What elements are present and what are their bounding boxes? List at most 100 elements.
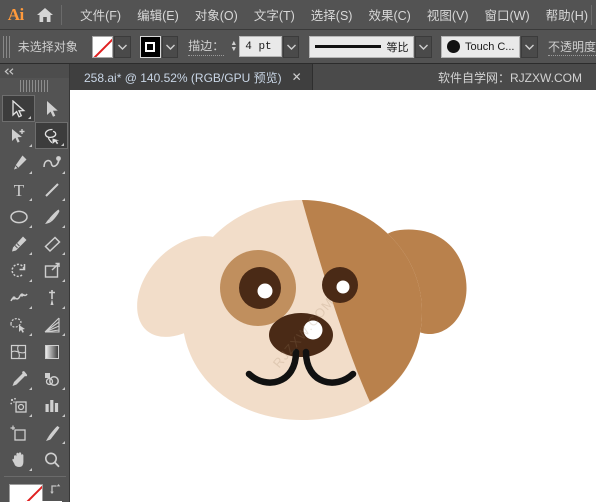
tools-panel-collapse[interactable] bbox=[0, 64, 69, 78]
selection-tool[interactable] bbox=[2, 95, 35, 122]
curvature-tool[interactable] bbox=[35, 149, 68, 176]
zoom-tool[interactable] bbox=[35, 446, 68, 473]
tools-panel-grip[interactable] bbox=[19, 80, 50, 92]
brush-dropdown[interactable] bbox=[521, 35, 538, 58]
stroke-profile-icon bbox=[315, 45, 382, 48]
menu-item-help[interactable]: 帮助(H) bbox=[538, 1, 596, 28]
home-icon[interactable] bbox=[31, 7, 59, 23]
direct-selection-tool[interactable] bbox=[35, 95, 68, 122]
menu-item-file[interactable]: 文件(F) bbox=[72, 1, 129, 28]
stroke-profile-dropdown[interactable] bbox=[415, 35, 432, 58]
menu-bar: Ai 文件(F) 编辑(E) 对象(O) 文字(T) 选择(S) 效果(C) 视… bbox=[0, 0, 596, 30]
pen-tool[interactable] bbox=[2, 149, 35, 176]
tools-divider bbox=[3, 476, 66, 477]
stroke-swatch-dropdown[interactable] bbox=[161, 35, 179, 58]
width-warp-tool[interactable] bbox=[2, 284, 35, 311]
nose bbox=[269, 313, 333, 357]
ellipse-tool[interactable] bbox=[2, 203, 35, 230]
control-bar: 未选择对象 描边： ▲ ▼ 4 pt 等比 Touch C... 不透明度 bbox=[0, 30, 596, 64]
artboard-canvas[interactable]: RJZXW.COM bbox=[70, 90, 596, 502]
tool-corner-indicator bbox=[62, 441, 65, 444]
tool-corner-indicator bbox=[62, 333, 65, 336]
symbol-sprayer-tool[interactable] bbox=[2, 392, 35, 419]
selection-status-label: 未选择对象 bbox=[17, 40, 78, 54]
fill-stroke-controls bbox=[0, 480, 68, 502]
menu-divider bbox=[61, 4, 63, 25]
blend-tool[interactable] bbox=[35, 365, 68, 392]
brush-combo[interactable]: Touch C... bbox=[440, 35, 521, 58]
tool-corner-indicator bbox=[29, 414, 32, 417]
menu-item-window[interactable]: 窗口(W) bbox=[477, 1, 538, 28]
none-slash-icon bbox=[92, 36, 113, 57]
stroke-weight-input[interactable]: 4 pt bbox=[239, 36, 282, 57]
tool-corner-indicator bbox=[62, 225, 65, 228]
column-graph-tool[interactable] bbox=[35, 392, 68, 419]
opacity-label[interactable]: 不透明度 bbox=[547, 38, 596, 56]
tool-corner-indicator bbox=[29, 252, 32, 255]
tool-corner-indicator bbox=[62, 171, 65, 174]
menu-item-edit[interactable]: 编辑(E) bbox=[129, 1, 187, 28]
right-eye-highlight bbox=[336, 280, 350, 294]
tool-corner-indicator bbox=[29, 468, 32, 471]
shaper-pencil-tool[interactable] bbox=[2, 230, 35, 257]
menu-item-view[interactable]: 视图(V) bbox=[419, 1, 477, 28]
stroke-weight-label[interactable]: 描边： bbox=[188, 37, 225, 56]
magic-wand-tool[interactable] bbox=[2, 122, 35, 149]
menu-items: 文件(F) 编辑(E) 对象(O) 文字(T) 选择(S) 效果(C) 视图(V… bbox=[72, 1, 596, 28]
illustrator-window: Ai 文件(F) 编辑(E) 对象(O) 文字(T) 选择(S) 效果(C) 视… bbox=[0, 0, 596, 502]
tool-corner-indicator bbox=[29, 387, 32, 390]
menu-item-effect[interactable]: 效果(C) bbox=[360, 1, 418, 28]
perspective-grid-tool[interactable] bbox=[35, 311, 68, 338]
control-bar-grip[interactable] bbox=[3, 35, 12, 58]
menu-item-select[interactable]: 选择(S) bbox=[303, 1, 361, 28]
tool-corner-indicator bbox=[29, 306, 32, 309]
brush-icon bbox=[446, 40, 460, 53]
tool-corner-indicator bbox=[62, 306, 65, 309]
tool-corner-indicator bbox=[29, 225, 32, 228]
menu-item-type[interactable]: 文字(T) bbox=[246, 1, 303, 28]
stroke-profile-label: 等比 bbox=[386, 41, 409, 54]
tool-corner-indicator bbox=[29, 333, 32, 336]
fill-swatch[interactable] bbox=[91, 35, 114, 58]
stroke-weight-stepper[interactable]: ▲ ▼ bbox=[230, 40, 237, 53]
eyedropper-tool[interactable] bbox=[2, 365, 35, 392]
document-tab[interactable]: 258.ai* @ 140.52% (RGB/GPU 预览) ✕ bbox=[70, 64, 313, 90]
toolbar-fill-swatch[interactable] bbox=[9, 484, 43, 502]
tool-corner-indicator bbox=[29, 144, 32, 147]
fill-swatch-dropdown[interactable] bbox=[114, 35, 131, 58]
tools-panel: T bbox=[0, 64, 70, 502]
tool-corner-indicator bbox=[62, 387, 65, 390]
scale-tool[interactable] bbox=[35, 257, 68, 284]
lasso-tool[interactable] bbox=[35, 122, 68, 149]
free-transform-tool[interactable] bbox=[35, 284, 68, 311]
tool-grid: T bbox=[0, 95, 68, 473]
tool-corner-indicator bbox=[62, 414, 65, 417]
stroke-swatch[interactable] bbox=[139, 35, 161, 58]
paintbrush-tool[interactable] bbox=[35, 203, 68, 230]
tool-corner-indicator bbox=[29, 198, 32, 201]
eraser-tool[interactable] bbox=[35, 230, 68, 257]
tool-corner-indicator bbox=[62, 198, 65, 201]
slice-tool[interactable] bbox=[35, 419, 68, 446]
svg-text:T: T bbox=[13, 181, 24, 199]
tool-corner-indicator bbox=[62, 279, 65, 282]
type-tool[interactable]: T bbox=[2, 176, 35, 203]
close-icon[interactable]: ✕ bbox=[292, 70, 302, 84]
shape-builder-tool[interactable] bbox=[2, 311, 35, 338]
stroke-weight-dropdown[interactable] bbox=[282, 35, 300, 58]
nose-highlight bbox=[303, 320, 323, 340]
app-logo: Ai bbox=[7, 4, 25, 24]
rotate-tool[interactable] bbox=[2, 257, 35, 284]
mesh-tool[interactable] bbox=[2, 338, 35, 365]
swap-fill-stroke-icon[interactable] bbox=[49, 482, 64, 498]
gradient-tool[interactable] bbox=[35, 338, 68, 365]
dog-face-illustration[interactable] bbox=[70, 90, 596, 502]
stroke-profile-combo[interactable]: 等比 bbox=[309, 35, 415, 58]
hand-tool[interactable] bbox=[2, 446, 35, 473]
artboard-tool[interactable] bbox=[2, 419, 35, 446]
tool-corner-indicator bbox=[29, 171, 32, 174]
document-tab-bar: 258.ai* @ 140.52% (RGB/GPU 预览) ✕ 软件自学网：R… bbox=[70, 64, 596, 90]
line-segment-tool[interactable] bbox=[35, 176, 68, 203]
document-tab-title: 258.ai* @ 140.52% (RGB/GPU 预览) bbox=[84, 70, 282, 85]
menu-item-object[interactable]: 对象(O) bbox=[187, 1, 246, 28]
